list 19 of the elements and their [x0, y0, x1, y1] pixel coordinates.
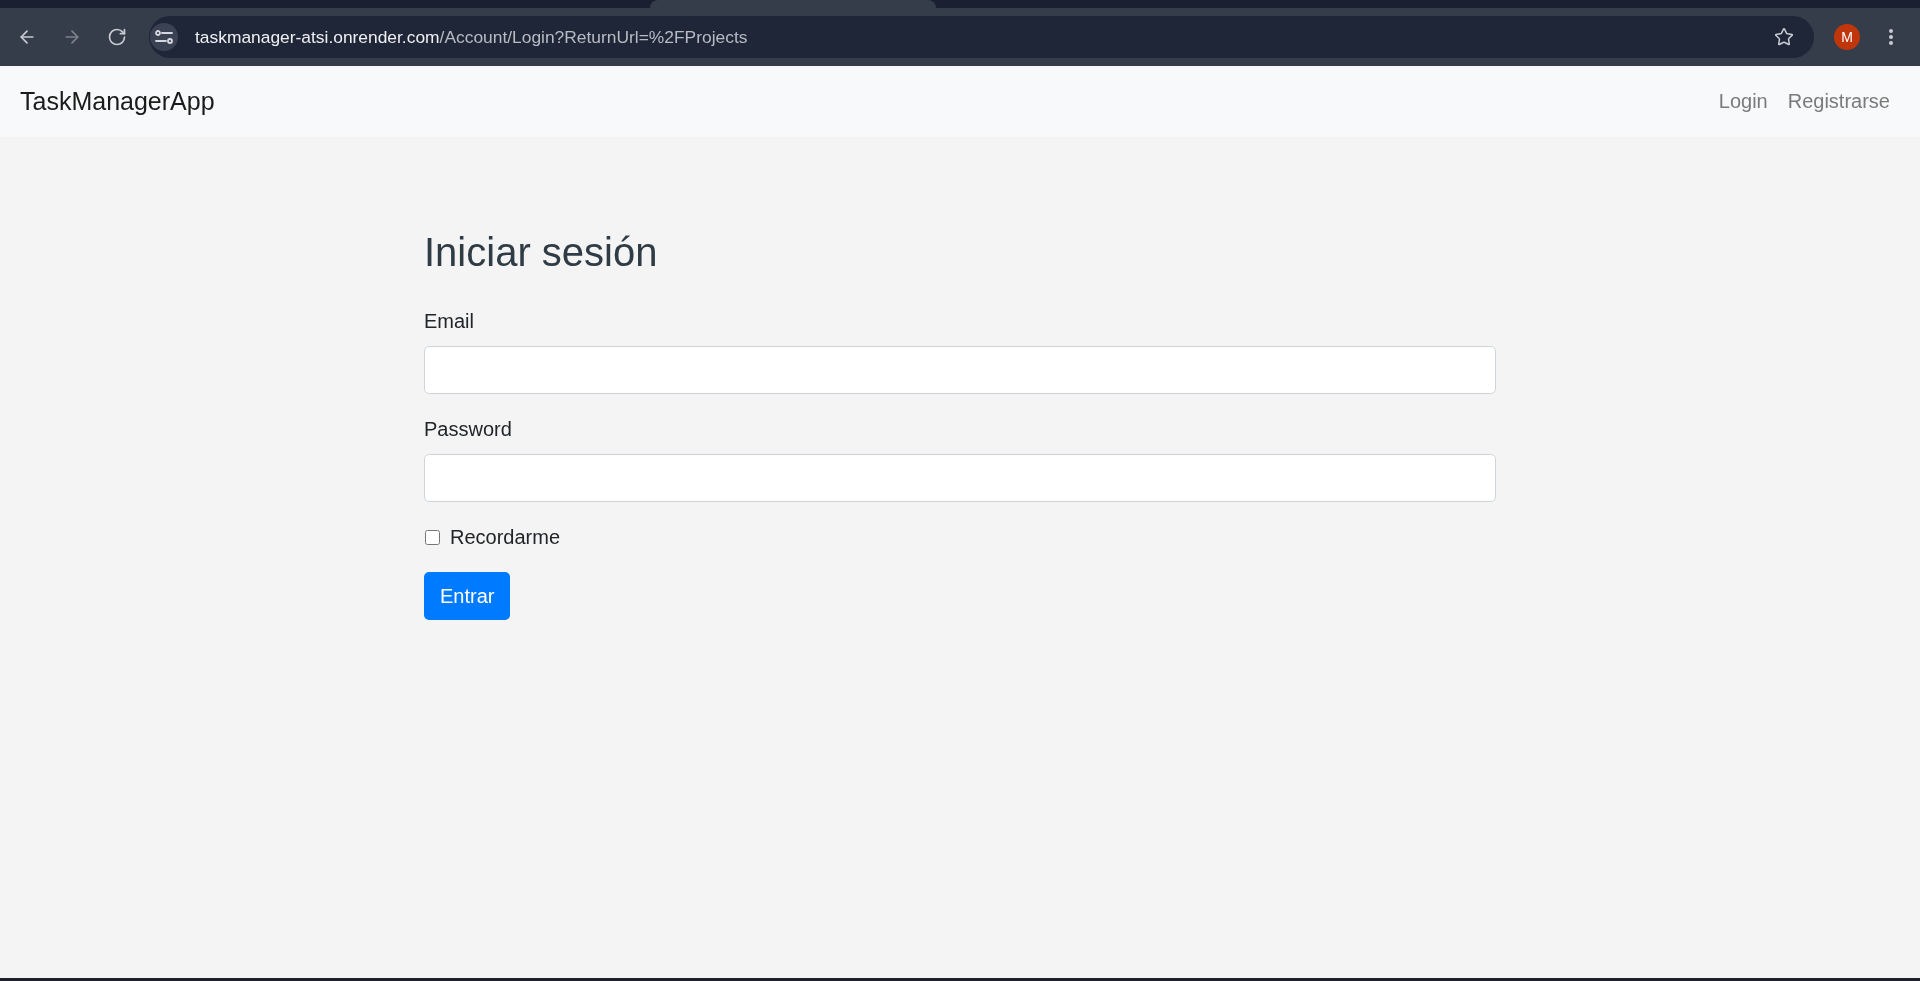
profile-button[interactable]: M [1834, 24, 1860, 50]
nav-link[interactable]: Registrarse [1777, 90, 1900, 113]
dots-vertical-icon [1889, 29, 1893, 45]
submit-button[interactable]: Entrar [424, 572, 511, 620]
nav-link[interactable]: Login [1708, 90, 1778, 113]
star-icon [1774, 27, 1794, 47]
remember-checkbox[interactable] [425, 529, 440, 545]
input-field[interactable] [424, 346, 1496, 394]
address-bar[interactable]: taskmanager-atsi.onrender.com/Account/Login?ReturnUrl=%2FProjects [149, 16, 1814, 58]
site-info-button[interactable] [150, 23, 178, 51]
checkbox-label[interactable]: Recordarme [450, 525, 561, 549]
reload-icon [107, 27, 127, 47]
field-label: Email [424, 309, 475, 334]
page-title: Iniciar sesión [424, 229, 659, 276]
sliders-icon [155, 30, 173, 44]
brand-link[interactable]: TaskManagerApp [20, 87, 215, 116]
field-label: Password [424, 417, 513, 442]
input-field[interactable] [424, 454, 1496, 502]
url-text: taskmanager-atsi.onrender.com/Account/Login?ReturnUrl=%2FProjects [195, 26, 748, 48]
